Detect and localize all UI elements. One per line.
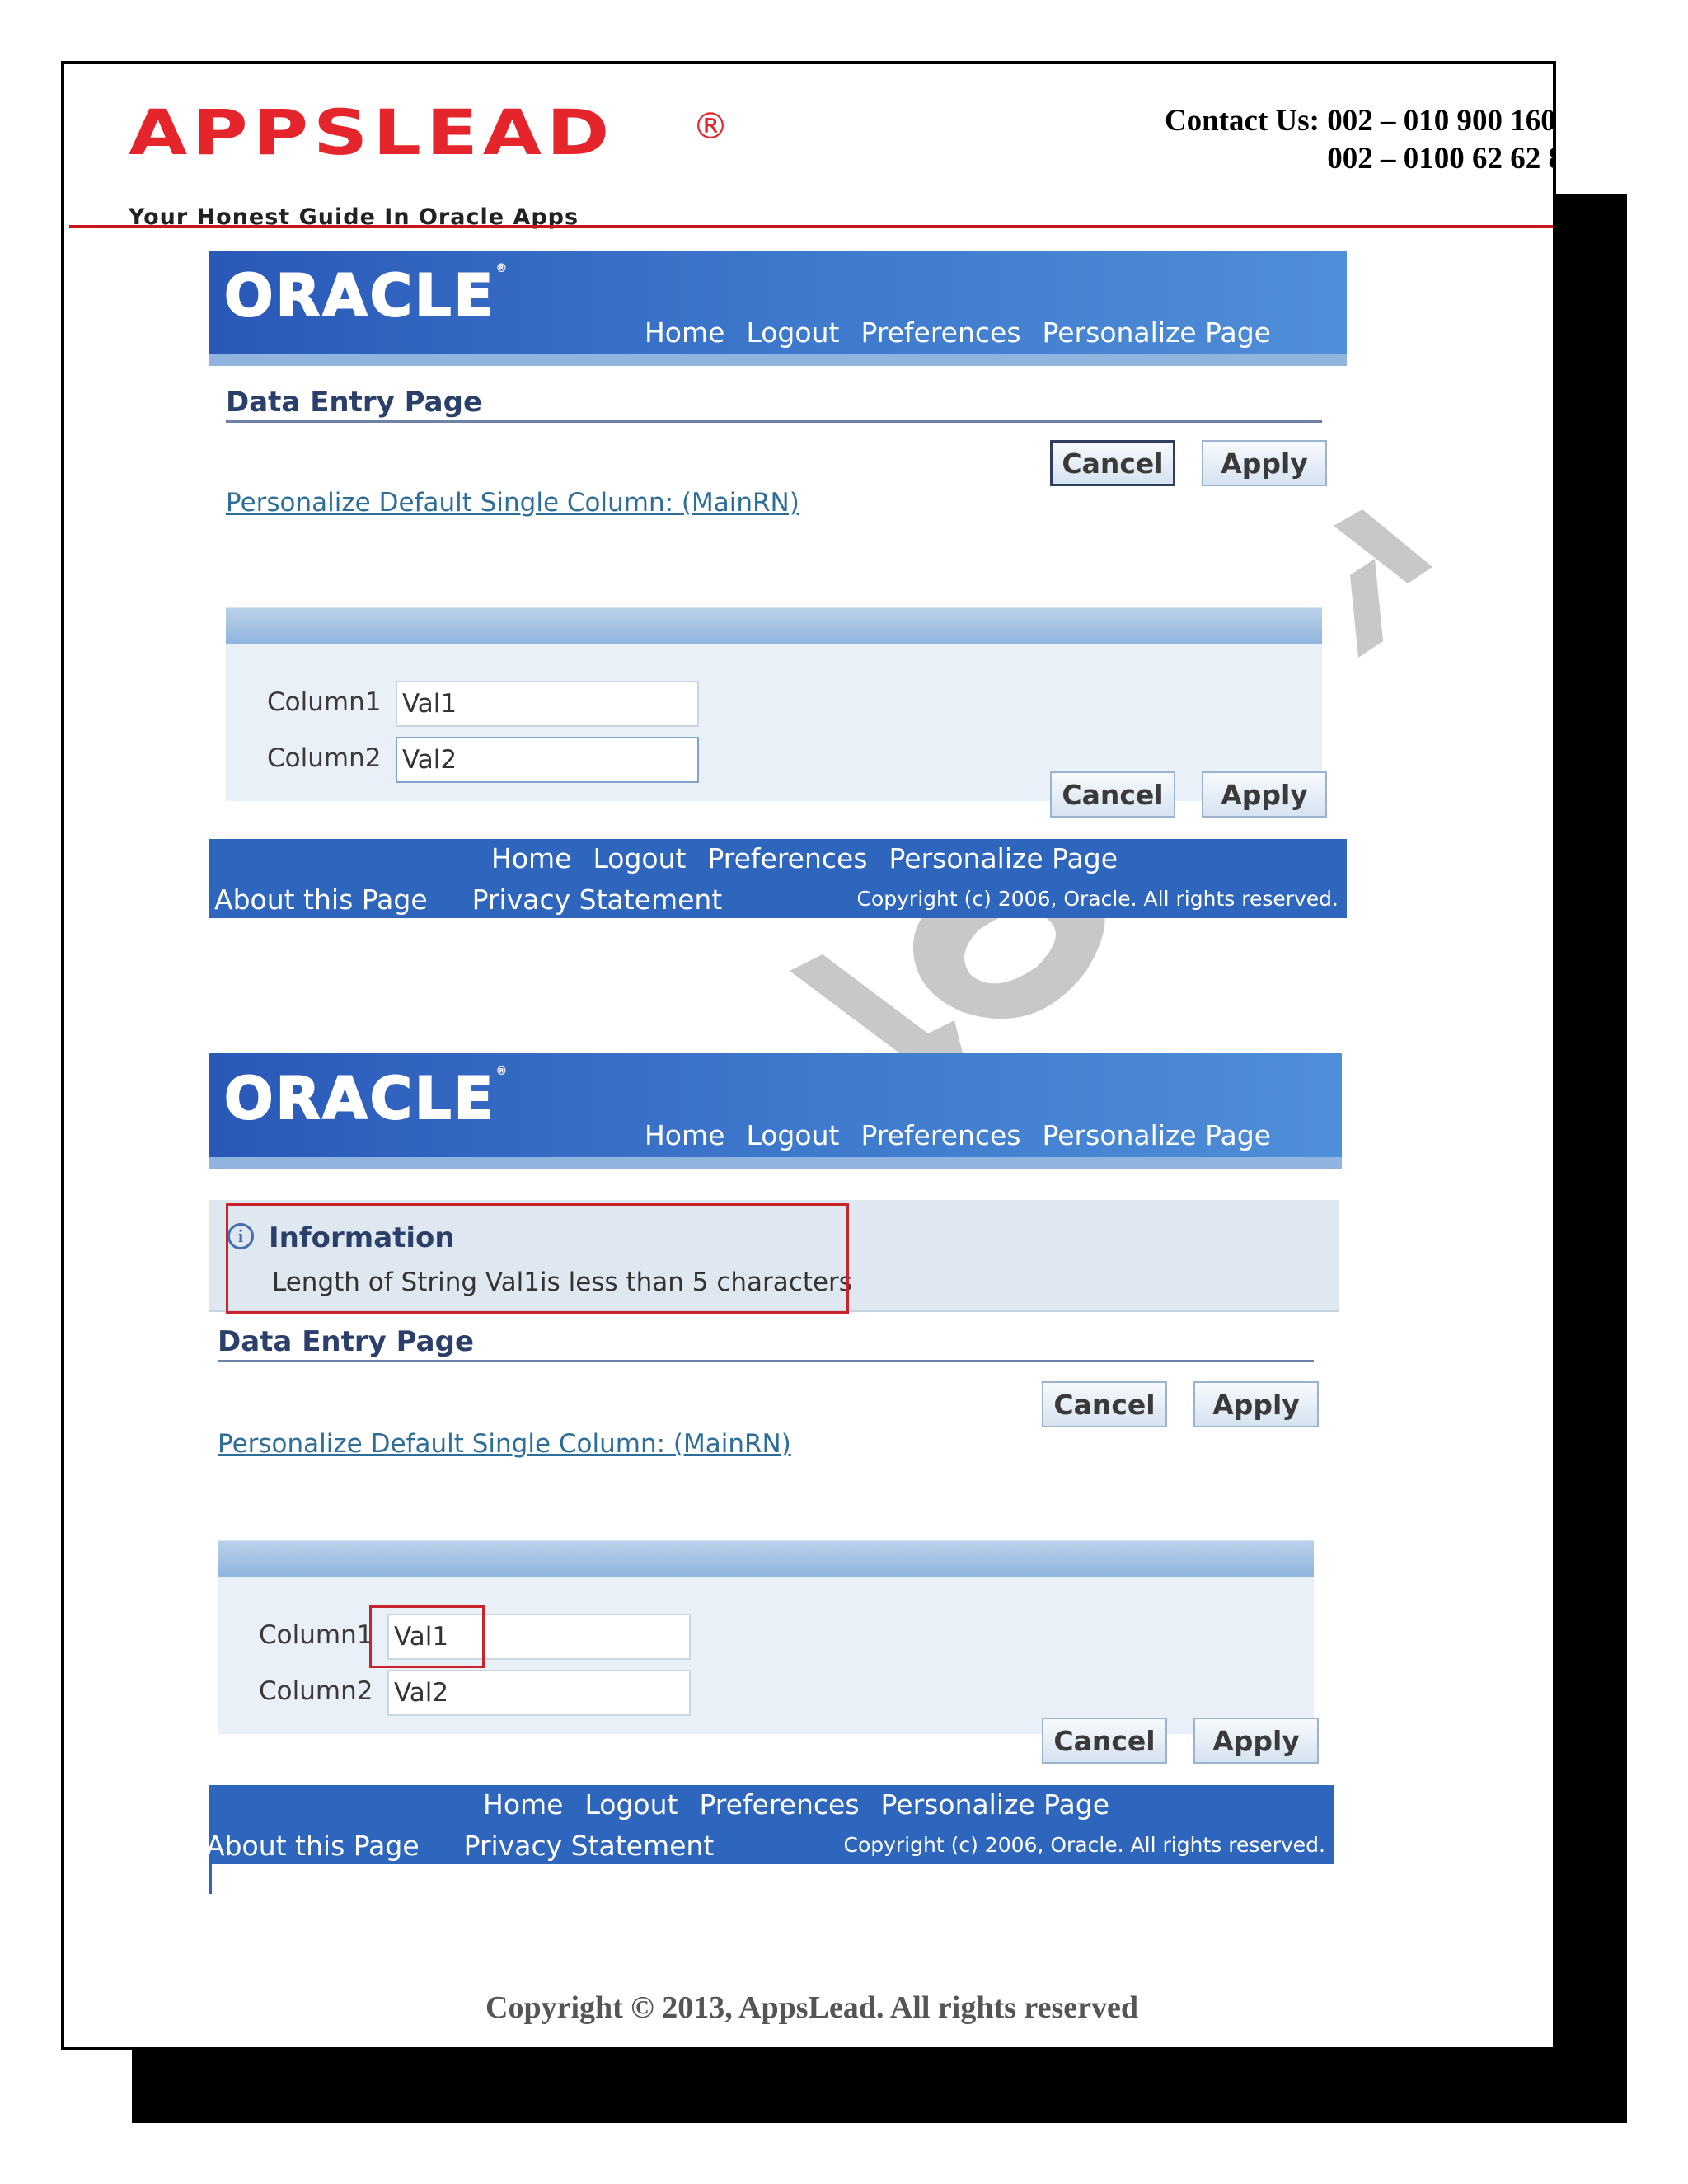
cancel-button-bottom[interactable]: Cancel	[1050, 771, 1175, 818]
footer-nav-home[interactable]: Home	[483, 1788, 563, 1821]
nav-preferences[interactable]: Preferences	[860, 1119, 1020, 1151]
column2-label: Column2	[259, 1676, 373, 1706]
nav-preferences[interactable]: Preferences	[860, 316, 1020, 349]
oracle-header-bar-2: ORACLE® Home Logout Preferences Personal…	[209, 1053, 1342, 1169]
nav-logout[interactable]: Logout	[746, 1119, 839, 1151]
footer-nav-preferences[interactable]: Preferences	[707, 842, 867, 874]
nav-personalize-page[interactable]: Personalize Page	[1043, 1119, 1271, 1151]
column2-label: Column2	[267, 743, 382, 773]
oracle-logo: ORACLE®	[223, 261, 510, 330]
footer-links-2: About this Page Privacy Statement	[206, 1830, 714, 1862]
document-page: APPSLEAD ® Your Honest Guide In Oracle A…	[61, 61, 1556, 2050]
oracle-screenshot-2: ORACLE® Home Logout Preferences Personal…	[206, 1053, 1347, 1976]
registered-mark: ®	[692, 105, 729, 148]
header-divider	[69, 225, 1553, 228]
cancel-button-2-bottom[interactable]: Cancel	[1042, 1718, 1167, 1764]
global-nav: Home Logout Preferences Personalize Page	[645, 316, 1271, 349]
highlight-box-message	[226, 1203, 849, 1314]
title-divider	[226, 420, 1322, 423]
privacy-statement-link[interactable]: Privacy Statement	[472, 883, 723, 916]
oracle-logo-2: ORACLE®	[223, 1064, 510, 1133]
footer-nav: Home Logout Preferences Personalize Page	[491, 842, 1118, 874]
nav-home[interactable]: Home	[645, 316, 724, 349]
personalize-region-link-2[interactable]: Personalize Default Single Column: (Main…	[218, 1429, 791, 1459]
oracle-copyright-2: Copyright (c) 2006, Oracle. All rights r…	[843, 1833, 1326, 1857]
footer-links: About this Page Privacy Statement	[214, 883, 722, 916]
oracle-screenshot-1: ORACLE® Home Logout Preferences Personal…	[209, 251, 1347, 918]
oracle-footer-bar-2: Home Logout Preferences Personalize Page…	[206, 1785, 1334, 1864]
page-copyright: Copyright © 2013, AppsLead. All rights r…	[485, 1990, 1138, 2025]
footer-nav-home[interactable]: Home	[491, 842, 571, 874]
cancel-button[interactable]: Cancel	[1050, 440, 1175, 486]
nav-home[interactable]: Home	[645, 1119, 724, 1151]
column1-input[interactable]: Val1	[396, 681, 699, 727]
global-nav-2: Home Logout Preferences Personalize Page	[645, 1119, 1271, 1151]
oracle-footer-bar: Home Logout Preferences Personalize Page…	[209, 839, 1347, 918]
footer-nav-logout[interactable]: Logout	[593, 842, 686, 874]
page-title-2: Data Entry Page	[218, 1325, 474, 1358]
region-header	[226, 607, 1322, 644]
apply-button-2-bottom[interactable]: Apply	[1193, 1718, 1319, 1764]
footer-nav-preferences[interactable]: Preferences	[699, 1788, 859, 1821]
cancel-button-2[interactable]: Cancel	[1042, 1381, 1167, 1427]
page-shadow-right	[1554, 194, 1627, 2123]
column1-label: Column1	[267, 687, 382, 717]
footer-nav-personalize-page[interactable]: Personalize Page	[881, 1788, 1109, 1821]
nav-logout[interactable]: Logout	[746, 316, 839, 349]
contact-line-1: Contact Us: 002 – 010 900 160 23	[1164, 104, 1556, 138]
column1-label: Column1	[259, 1620, 373, 1650]
title-divider-2	[218, 1360, 1314, 1362]
region-header-2	[218, 1540, 1314, 1577]
apply-button[interactable]: Apply	[1202, 440, 1327, 486]
main-region-2: Column1 Val1 Column2 Val2	[218, 1577, 1314, 1734]
apply-button-2[interactable]: Apply	[1193, 1381, 1319, 1427]
highlight-box-column1	[369, 1605, 485, 1668]
about-page-link[interactable]: About this Page	[206, 1830, 420, 1862]
privacy-statement-link[interactable]: Privacy Statement	[464, 1830, 715, 1862]
column2-input[interactable]: Val2	[387, 1670, 691, 1716]
contact-line-2: 002 – 0100 62 62 837	[1327, 142, 1553, 176]
column2-input[interactable]: Val2	[396, 737, 699, 783]
appslead-logo-text: APPSLEAD	[129, 96, 615, 170]
footer-edge	[209, 1864, 212, 1894]
personalize-region-link[interactable]: Personalize Default Single Column: (Main…	[226, 488, 799, 518]
page-shadow-bottom	[132, 2049, 1627, 2123]
footer-nav-logout[interactable]: Logout	[584, 1788, 678, 1821]
nav-personalize-page[interactable]: Personalize Page	[1043, 316, 1271, 349]
oracle-copyright: Copyright (c) 2006, Oracle. All rights r…	[856, 887, 1339, 911]
about-page-link[interactable]: About this Page	[214, 883, 428, 916]
contact-info: Contact Us: 002 – 010 900 160 23 002 – 0…	[1017, 102, 1556, 178]
footer-nav-personalize-page[interactable]: Personalize Page	[889, 842, 1118, 874]
footer-nav-2: Home Logout Preferences Personalize Page	[483, 1788, 1109, 1821]
apply-button-bottom[interactable]: Apply	[1202, 771, 1327, 818]
oracle-header-bar: ORACLE® Home Logout Preferences Personal…	[209, 251, 1347, 366]
page-title: Data Entry Page	[226, 386, 482, 419]
appslead-logo: APPSLEAD ® Your Honest Guide In Oracle A…	[129, 99, 738, 239]
